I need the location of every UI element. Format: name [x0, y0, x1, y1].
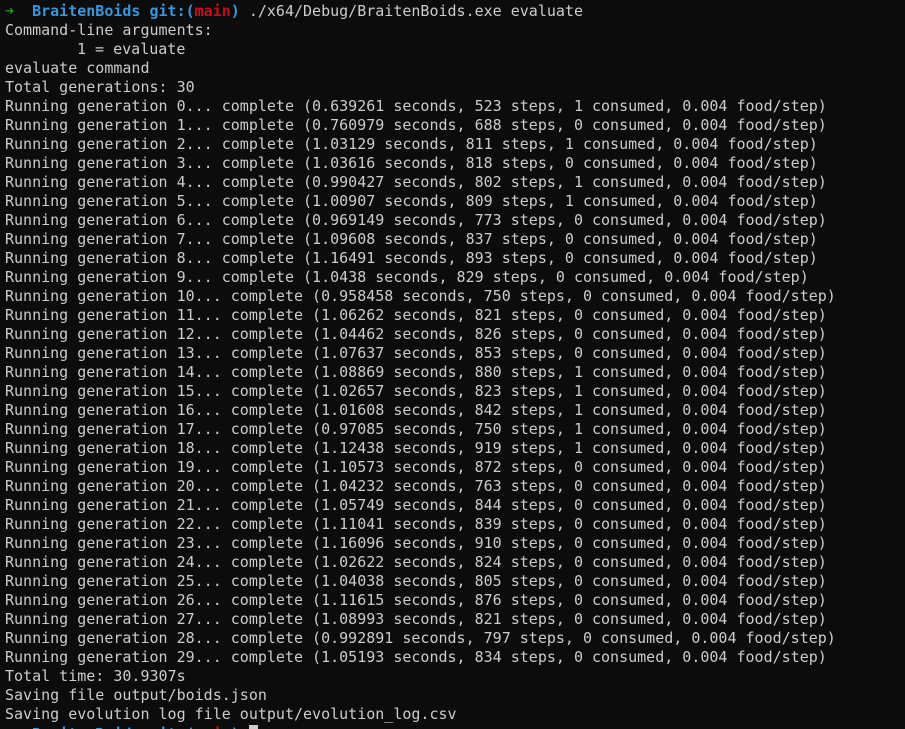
next-prompt-git-suffix: ): [231, 725, 240, 729]
generation-line: Running generation 14... complete (1.088…: [5, 363, 827, 381]
prompt-git-prefix: git:(: [149, 2, 195, 20]
generation-line: Running generation 7... complete (1.0960…: [5, 230, 818, 248]
generation-line: Running generation 27... complete (1.089…: [5, 610, 827, 628]
generation-line: Running generation 25... complete (1.040…: [5, 572, 827, 590]
generation-line: Running generation 18... complete (1.124…: [5, 439, 827, 457]
generation-log: Running generation 0... complete (0.6392…: [5, 97, 905, 667]
generation-line: Running generation 21... complete (1.057…: [5, 496, 827, 514]
prompt-directory: BraitenBoids: [32, 2, 141, 20]
generation-line: Running generation 12... complete (1.044…: [5, 325, 827, 343]
generation-line: Running generation 8... complete (1.1649…: [5, 249, 818, 267]
generation-line: Running generation 24... complete (1.026…: [5, 553, 827, 571]
generation-line: Running generation 22... complete (1.110…: [5, 515, 827, 533]
footer-line-save-log: Saving evolution log file output/evoluti…: [5, 705, 457, 723]
prompt-arrow-icon: ➜: [5, 2, 15, 20]
generation-line: Running generation 4... complete (0.9904…: [5, 173, 827, 191]
next-prompt-git-prefix: git:(: [150, 725, 195, 729]
generation-line: Running generation 3... complete (1.0361…: [5, 154, 818, 172]
footer-line-total-time: Total time: 30.9307s: [5, 667, 186, 685]
generation-line: Running generation 28... complete (0.992…: [5, 629, 836, 647]
generation-line: Running generation 15... complete (1.026…: [5, 382, 827, 400]
generation-line: Running generation 26... complete (1.116…: [5, 591, 827, 609]
generation-line: Running generation 9... complete (1.0438…: [5, 268, 809, 286]
generation-line: Running generation 23... complete (1.160…: [5, 534, 827, 552]
generation-line: Running generation 16... complete (1.016…: [5, 401, 827, 419]
generation-line: Running generation 1... complete (0.7609…: [5, 116, 827, 134]
generation-line: Running generation 11... complete (1.062…: [5, 306, 827, 324]
next-prompt-directory: BraitenBoids: [32, 725, 140, 729]
generation-line: Running generation 29... complete (1.051…: [5, 648, 827, 666]
next-prompt-git-branch: main: [195, 725, 231, 729]
generation-line: Running generation 17... complete (0.970…: [5, 420, 827, 438]
generation-line: Running generation 10... complete (0.958…: [5, 287, 836, 305]
generation-line: Running generation 19... complete (1.105…: [5, 458, 827, 476]
generation-line: Running generation 0... complete (0.6392…: [5, 97, 827, 115]
terminal-window[interactable]: ➜ BraitenBoids git:(main) ./x64/Debug/Br…: [0, 0, 905, 729]
prompt-line: ➜ BraitenBoids git:(main) ./x64/Debug/Br…: [5, 2, 905, 21]
header-line-arg-1: 1 = evaluate: [77, 40, 186, 58]
generation-line: Running generation 2... complete (1.0312…: [5, 135, 818, 153]
prompt-git-suffix: ): [230, 2, 240, 20]
prompt-command: ./x64/Debug/BraitenBoids.exe evaluate: [248, 2, 583, 20]
generation-line: Running generation 5... complete (1.0090…: [5, 192, 818, 210]
header-line-total-generations: Total generations: 30: [5, 78, 195, 96]
next-prompt-line[interactable]: ➜ BraitenBoids git:(main): [5, 725, 905, 729]
generation-line: Running generation 13... complete (1.076…: [5, 344, 827, 362]
generation-line: Running generation 20... complete (1.042…: [5, 477, 827, 495]
header-line-args: Command-line arguments:: [5, 21, 213, 39]
prompt-git-branch: main: [194, 2, 231, 20]
text-cursor: [248, 725, 258, 729]
footer-line-save-boids: Saving file output/boids.json: [5, 686, 267, 704]
generation-line: Running generation 6... complete (0.9691…: [5, 211, 827, 229]
header-line-command: evaluate command: [5, 59, 150, 77]
next-prompt-arrow-icon: ➜: [5, 725, 14, 729]
